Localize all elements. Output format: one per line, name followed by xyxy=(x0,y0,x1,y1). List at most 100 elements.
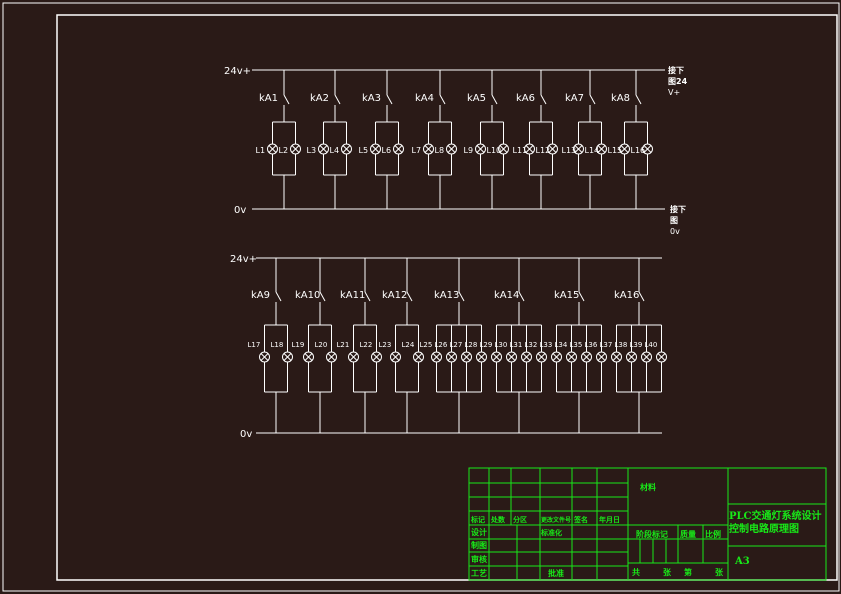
lamp-label: L10 xyxy=(487,146,502,155)
lamp-l29 xyxy=(491,351,502,363)
lamp-l26 xyxy=(446,351,457,363)
bottom-ground-label: 0v xyxy=(240,429,252,440)
lamp-l24 xyxy=(413,351,424,363)
lamp-label: L5 xyxy=(359,146,369,155)
lamp-label: L4 xyxy=(330,146,340,155)
relay-label: kA3 xyxy=(362,93,381,104)
lamp-label: L18 xyxy=(271,341,284,349)
role-review: 审核 xyxy=(471,554,487,564)
relay-contact xyxy=(578,291,585,302)
lamp-l17 xyxy=(259,351,270,363)
relay-contact xyxy=(364,291,371,302)
lamp-l36 xyxy=(596,351,607,363)
role-design: 设计 xyxy=(471,527,487,537)
relay-contact xyxy=(275,291,282,302)
drawing-title-line1: PLC交通灯系统设计 xyxy=(729,509,822,522)
bottom-supply-label: 24v+ xyxy=(230,254,257,265)
lamp-l4 xyxy=(341,143,352,155)
lamp-label: L24 xyxy=(402,341,415,349)
relay-label: kA11 xyxy=(340,290,365,301)
material-label: 材料 xyxy=(640,482,656,492)
sheet-unit-label-2: 张 xyxy=(715,567,724,577)
lamp-l5 xyxy=(370,143,381,155)
revision-header-mark: 标记 xyxy=(470,515,485,524)
lamp-label: L20 xyxy=(315,341,328,349)
relay-label: kA7 xyxy=(565,93,584,104)
relay-label: kA9 xyxy=(251,290,270,301)
lamp-label: L11 xyxy=(513,146,528,155)
lamp-label: L12 xyxy=(536,146,551,155)
lamp-label: L22 xyxy=(360,341,373,349)
top-note-supply-1: 接下 xyxy=(668,65,684,75)
relay-contact xyxy=(319,291,326,302)
lamp-l28 xyxy=(476,351,487,363)
lamp-l38 xyxy=(626,351,637,363)
lamp-label: L35 xyxy=(570,341,583,349)
lamp-label: L31 xyxy=(510,341,523,349)
lamp-l25 xyxy=(431,351,442,363)
lamp-label: L7 xyxy=(412,146,422,155)
lamp-label: L23 xyxy=(379,341,392,349)
lamp-label: L19 xyxy=(292,341,305,349)
lamp-l20 xyxy=(326,351,337,363)
role-process: 工艺 xyxy=(471,568,487,578)
relay-contact xyxy=(386,94,393,105)
lamp-label: L40 xyxy=(645,341,658,349)
standardization-label: 标准化 xyxy=(540,528,562,537)
lamp-label: L14 xyxy=(585,146,600,155)
lamp-l35 xyxy=(581,351,592,363)
lamp-label: L3 xyxy=(307,146,317,155)
relay-label: kA10 xyxy=(295,290,320,301)
relay-contact xyxy=(458,291,465,302)
lamp-l9 xyxy=(475,143,486,155)
lamp-l8 xyxy=(446,143,457,155)
lamp-label: L25 xyxy=(420,341,433,349)
relay-label: kA12 xyxy=(382,290,407,301)
top-note-supply-3: V+ xyxy=(668,88,680,97)
revision-header-sign: 签名 xyxy=(573,515,588,524)
lamp-l2 xyxy=(290,143,301,155)
approve-label: 批准 xyxy=(548,568,564,578)
lamp-label: L28 xyxy=(465,341,478,349)
lamp-label: L16 xyxy=(631,146,646,155)
top-note-ground-2: 图 xyxy=(670,216,678,225)
relay-label: kA1 xyxy=(259,93,278,104)
top-circuit: kA1 L1 L2 kA2 L3 L4 kA3 L5 L6 kA4 L7 L8 kA5 L9 L10 kA6 L… xyxy=(256,70,653,209)
lamp-label: L21 xyxy=(337,341,350,349)
lamp-l30 xyxy=(506,351,517,363)
lamp-label: L32 xyxy=(525,341,538,349)
lamp-l19 xyxy=(303,351,314,363)
revision-header-file: 更改文件号 xyxy=(541,516,571,524)
outer-frame xyxy=(2,2,840,592)
lamp-label: L26 xyxy=(435,341,448,349)
stage-mark-header: 阶段标记 xyxy=(636,529,668,539)
lamp-l33 xyxy=(551,351,562,363)
relay-contact xyxy=(283,94,290,105)
relay-label: kA8 xyxy=(611,93,630,104)
relay-label: kA15 xyxy=(554,290,579,301)
lamp-label: L33 xyxy=(540,341,553,349)
relay-label: kA4 xyxy=(415,93,434,104)
relay-contact xyxy=(334,94,341,105)
relay-label: kA14 xyxy=(494,290,519,301)
lamp-label: L17 xyxy=(248,341,261,349)
lamp-label: L13 xyxy=(562,146,577,155)
lamp-label: L2 xyxy=(279,146,289,155)
lamp-label: L15 xyxy=(608,146,623,155)
relay-contact xyxy=(589,94,596,105)
role-drawing: 制图 xyxy=(471,540,487,550)
relay-contact xyxy=(491,94,498,105)
lamp-l7 xyxy=(423,143,434,155)
lamp-label: L27 xyxy=(450,341,463,349)
bottom-circuit: kA9 L17 L18 kA10 L19 L20 kA11 L21 L22 kA12 L23 L24 k… xyxy=(248,258,667,433)
top-ground-label: 0v xyxy=(234,205,246,216)
lamp-l39 xyxy=(641,351,652,363)
lamp-label: L38 xyxy=(615,341,628,349)
lamp-l18 xyxy=(282,351,293,363)
revision-header-date: 年月日 xyxy=(599,515,620,524)
relay-contact xyxy=(439,94,446,105)
top-note-ground-3: 0v xyxy=(670,227,680,236)
lamp-l23 xyxy=(390,351,401,363)
sheet-unit-label-1: 张 xyxy=(663,567,672,577)
relay-contact xyxy=(518,291,525,302)
